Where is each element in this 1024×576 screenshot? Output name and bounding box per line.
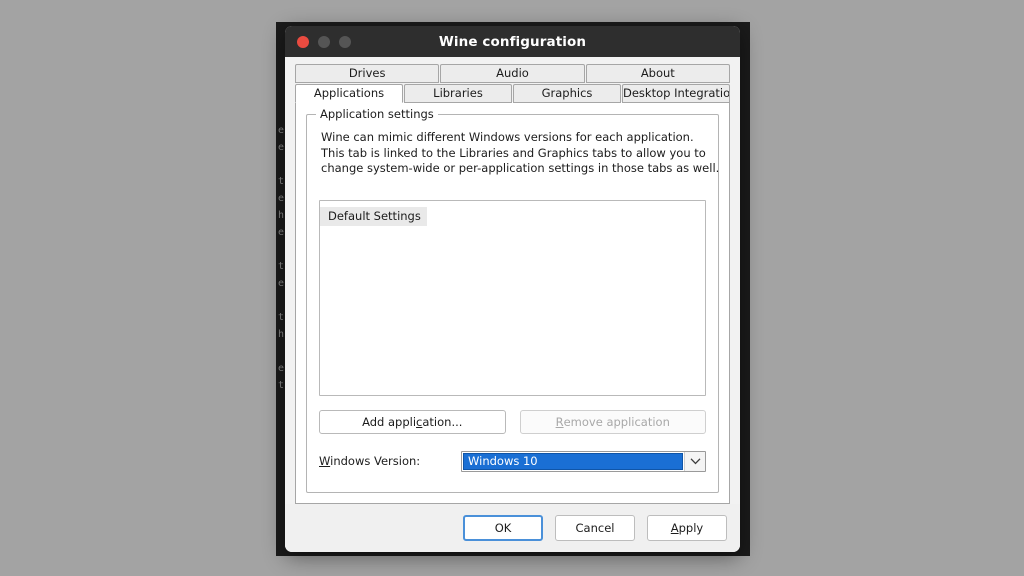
windows-version-label-rest: indows Version: [330, 454, 421, 468]
tab-about[interactable]: About [585, 64, 730, 83]
window-title: Wine configuration [438, 33, 587, 50]
remove-application-button[interactable]: Remove application [519, 409, 706, 434]
close-icon[interactable] [297, 35, 309, 48]
windows-version-row: Windows Version: Windows 10 [319, 450, 706, 472]
window-controls [297, 26, 351, 57]
description-line-2: This tab is linked to the Libraries and … [321, 145, 706, 160]
tab-page-applications: Application settings Wine can mimic diff… [295, 102, 730, 504]
groupbox-title: Application settings [316, 107, 438, 121]
apply-button[interactable]: Apply [647, 515, 727, 541]
ok-button[interactable]: OK [463, 515, 543, 541]
window-body: Drives Audio About Applications Librarie… [285, 57, 740, 504]
ok-label-pre: OK [494, 521, 512, 535]
tab-row-bottom: Applications Libraries Graphics Desktop … [295, 84, 730, 103]
add-application-button[interactable]: Add appli c ation... [319, 409, 506, 434]
application-list[interactable]: Default Settings [319, 199, 706, 396]
tab-applications[interactable]: Applications [295, 84, 403, 103]
chevron-down-icon[interactable] [684, 451, 705, 471]
list-item[interactable]: Default Settings [320, 206, 427, 226]
description-line-1: Wine can mimic different Windows version… [321, 130, 694, 144]
windows-version-label: Windows Version: [319, 454, 461, 468]
windows-version-value[interactable]: Windows 10 [463, 452, 683, 470]
add-application-label-post: ation... [422, 414, 463, 429]
title-bar: Wine configuration [285, 26, 740, 57]
tab-libraries[interactable]: Libraries [404, 84, 512, 103]
tab-desktop-integration[interactable]: Desktop Integration [622, 84, 730, 103]
apply-mnemonic: A [670, 521, 679, 535]
application-buttons: Add appli c ation... Remove application [319, 409, 706, 434]
remove-application-label-post: emove application [563, 414, 670, 429]
apply-label-post: pply [678, 521, 704, 535]
cancel-label-pre: Cancel [575, 521, 615, 535]
tab-audio[interactable]: Audio [440, 64, 585, 83]
dialog-button-bar: OK Cancel Apply [285, 504, 740, 552]
add-application-label-pre: Add appli [362, 414, 417, 429]
remove-application-mnemonic: R [555, 414, 564, 429]
windows-version-mnemonic: W [319, 454, 331, 468]
tab-drives[interactable]: Drives [295, 64, 440, 83]
tab-bar: Drives Audio About Applications Librarie… [295, 64, 730, 103]
cancel-button[interactable]: Cancel [555, 515, 635, 541]
maximize-icon[interactable] [339, 35, 351, 48]
wine-configuration-window: Wine configuration Drives Audio About Ap… [285, 26, 740, 552]
application-settings-description: Wine can mimic different Windows version… [321, 130, 720, 177]
minimize-icon[interactable] [318, 35, 330, 48]
tab-graphics[interactable]: Graphics [513, 84, 621, 103]
description-line-3: change system-wide or per-application se… [321, 161, 720, 175]
windows-version-combobox[interactable]: Windows 10 [461, 450, 706, 472]
tab-row-top: Drives Audio About [295, 64, 730, 84]
application-settings-groupbox: Application settings Wine can mimic diff… [306, 107, 720, 493]
